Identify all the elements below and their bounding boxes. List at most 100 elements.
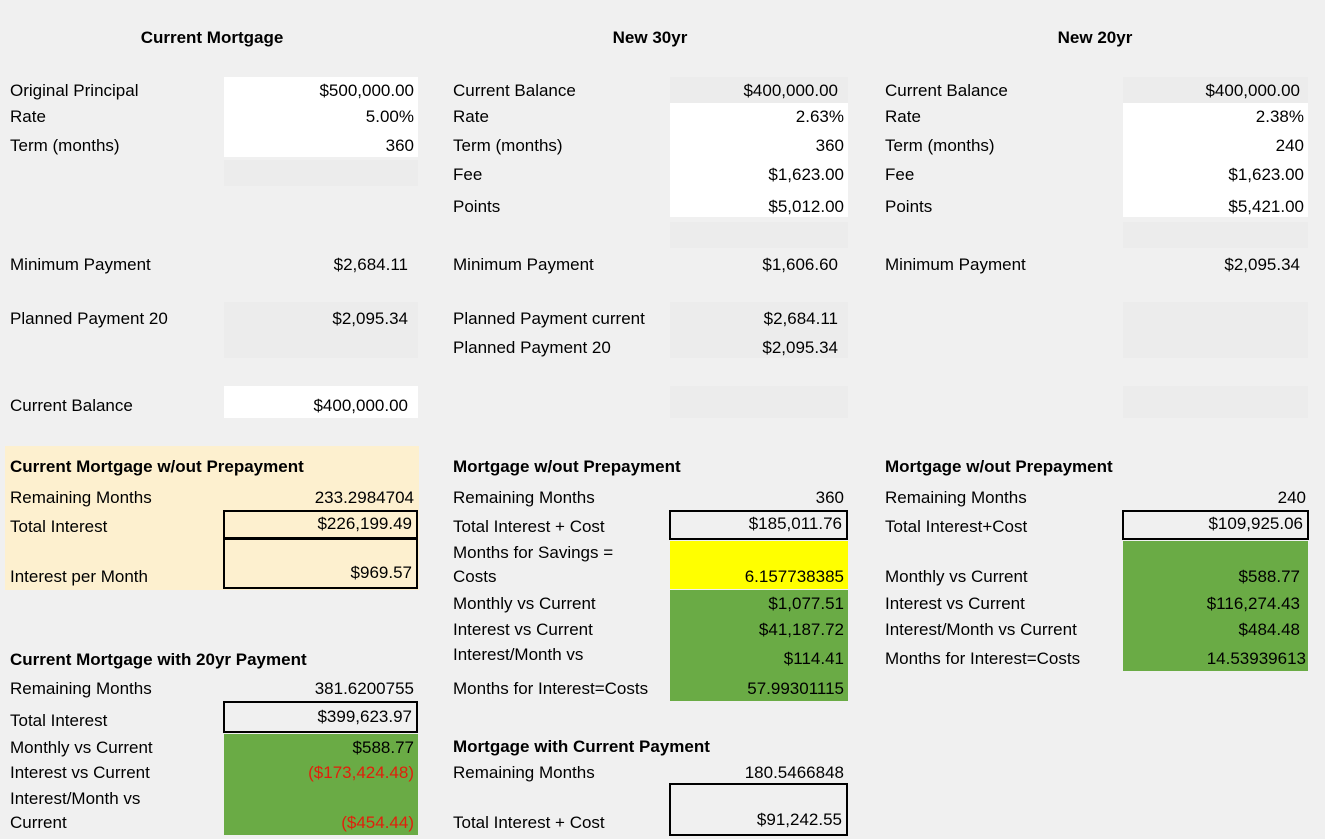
label-monthly-vs-current-20: Monthly vs Current [885, 567, 1028, 586]
monthly-vs-current-20-value: $588.77 [1238, 567, 1300, 586]
planned-payment-current-30-value: $2,684.11 [763, 309, 838, 328]
total-interest-cost-20-box: $109,925.06 [1122, 510, 1309, 540]
label-remaining-months-20n: Remaining Months [885, 488, 1027, 507]
label-monthly-vs-current-30: Monthly vs Current [453, 594, 596, 613]
label-minimum-payment-20: Minimum Payment [885, 255, 1026, 274]
current-balance-20-value: $400,000.00 [1205, 81, 1300, 100]
current-balance-value[interactable]: $400,000.00 [224, 396, 408, 416]
original-principal-value[interactable]: $500,000.00 [224, 81, 414, 101]
interest-per-month-value: $969.57 [350, 563, 412, 582]
label-total-interest-cost-30: Total Interest + Cost [453, 517, 605, 536]
label-minimum-payment-30: Minimum Payment [453, 255, 594, 274]
label-interest-month-vs-line2: Current [10, 813, 67, 832]
term-20-value[interactable]: 240 [1123, 136, 1304, 156]
label-interest-month-vs-line1: Interest/Month vs [10, 789, 141, 808]
blank-cell [1123, 302, 1308, 358]
header-current-mortgage: Current Mortgage [140, 28, 284, 47]
label-total-interest: Total Interest [10, 517, 108, 536]
total-interest-cost-30-value: $185,011.76 [748, 514, 842, 533]
section-title-20-noprepay: Mortgage w/out Prepayment [885, 457, 1113, 476]
label-interest-vs-current-20: Interest vs Current [885, 594, 1025, 613]
remaining-months-20-value: 381.6200755 [314, 679, 414, 698]
blank-cell [224, 160, 418, 186]
total-interest-cost-30-cp-box: $91,242.55 [669, 783, 848, 836]
rate-value[interactable]: 5.00% [224, 107, 414, 127]
label-interest-vs-current: Interest vs Current [10, 763, 150, 782]
label-fee-20: Fee [885, 165, 915, 184]
total-interest-cost-30-box: $185,011.76 [669, 510, 848, 540]
label-total-interest-cost-30-cp: Total Interest + Cost [453, 813, 605, 832]
label-current-balance-30: Current Balance [453, 81, 576, 100]
months-interest-costs-20-value: 14.53939613 [1206, 649, 1306, 668]
label-months-interest-costs-30: Months for Interest=Costs [453, 679, 649, 698]
label-points-20: Points [885, 197, 933, 216]
remaining-months-20n-value: 240 [1277, 488, 1306, 507]
label-fee-30: Fee [453, 165, 483, 184]
label-months-savings-line1: Months for Savings = [453, 543, 614, 562]
rate-20-value[interactable]: 2.38% [1123, 107, 1304, 127]
interest-month-vs-30-value: $114.41 [783, 649, 844, 668]
header-new-20yr: New 20yr [1057, 28, 1133, 47]
total-interest-box: $226,199.49 [223, 510, 418, 539]
total-interest-20-box: $399,623.97 [223, 701, 418, 733]
remaining-months-value: 233.2984704 [314, 488, 414, 507]
interest-vs-current-20-value: $116,274.43 [1206, 594, 1300, 613]
label-rate: Rate [10, 107, 46, 126]
label-total-interest-20: Total Interest [10, 711, 108, 730]
minimum-payment-20-value: $2,095.34 [1224, 255, 1300, 274]
blank-cell [670, 386, 848, 418]
total-interest-20-value: $399,623.97 [317, 707, 412, 726]
planned-payment-20-30-value: $2,095.34 [762, 338, 838, 357]
header-new-30yr: New 30yr [612, 28, 688, 47]
label-current-balance-20: Current Balance [885, 81, 1008, 100]
fee-30-value[interactable]: $1,623.00 [670, 165, 844, 185]
label-interest-per-month: Interest per Month [10, 567, 148, 586]
interest-per-month-box: $969.57 [223, 538, 418, 589]
label-points-30: Points [453, 197, 501, 216]
interest-vs-current-30-value: $41,187.72 [758, 620, 844, 639]
term-value[interactable]: 360 [224, 136, 414, 156]
months-savings-30-value: 6.157738385 [744, 567, 844, 586]
total-interest-value: $226,199.49 [317, 514, 412, 533]
blank-cell [1123, 386, 1308, 418]
section-title-current-noprepay: Current Mortgage w/out Prepayment [10, 457, 304, 476]
label-monthly-vs-current: Monthly vs Current [10, 738, 153, 757]
label-original-principal: Original Principal [10, 81, 139, 100]
label-interest-vs-current-30: Interest vs Current [453, 620, 593, 639]
term-30-value[interactable]: 360 [670, 136, 844, 156]
section-title-current-with-20yr: Current Mortgage with 20yr Payment [10, 650, 307, 669]
total-interest-cost-30-cp-value: $91,242.55 [756, 810, 842, 829]
points-20-value[interactable]: $5,421.00 [1123, 197, 1304, 217]
blank-cell [1123, 222, 1308, 248]
label-planned-payment-20-30: Planned Payment 20 [453, 338, 611, 357]
label-rate-30: Rate [453, 107, 489, 126]
section-title-30-noprepay: Mortgage w/out Prepayment [453, 457, 681, 476]
interest-vs-current-value: ($173,424.48) [308, 763, 414, 782]
label-months-interest-costs-20: Months for Interest=Costs [885, 649, 1081, 668]
label-remaining-months: Remaining Months [10, 488, 152, 507]
interest-month-vs-current-value: ($454.44) [341, 813, 414, 832]
months-interest-costs-30-value: 57.99301115 [747, 679, 844, 698]
label-remaining-months-30-cp: Remaining Months [453, 763, 595, 782]
current-balance-30-value: $400,000.00 [743, 81, 838, 100]
label-total-interest-cost-20: Total Interest+Cost [885, 517, 1028, 536]
label-minimum-payment: Minimum Payment [10, 255, 151, 274]
label-term-30: Term (months) [453, 136, 563, 155]
points-30-value[interactable]: $5,012.00 [670, 197, 844, 217]
label-rate-20: Rate [885, 107, 921, 126]
label-remaining-months-20: Remaining Months [10, 679, 152, 698]
remaining-months-30-value: 360 [815, 488, 844, 507]
planned-payment-20-value: $2,095.34 [332, 309, 408, 328]
rate-30-value[interactable]: 2.63% [670, 107, 844, 127]
monthly-vs-current-value: $588.77 [352, 738, 414, 757]
label-planned-payment-20: Planned Payment 20 [10, 309, 168, 328]
total-interest-cost-20-value: $109,925.06 [1208, 514, 1303, 533]
remaining-months-30-cp-value: 180.5466848 [744, 763, 844, 782]
interest-month-vs-current-20-value: $484.48 [1238, 620, 1300, 639]
label-remaining-months-30: Remaining Months [453, 488, 595, 507]
label-interest-month-vs-30: Interest/Month vs [453, 645, 584, 664]
label-planned-payment-current-30: Planned Payment current [453, 309, 645, 328]
label-current-balance: Current Balance [10, 396, 133, 415]
label-interest-month-vs-current-20: Interest/Month vs Current [885, 620, 1077, 639]
fee-20-value[interactable]: $1,623.00 [1123, 165, 1304, 185]
